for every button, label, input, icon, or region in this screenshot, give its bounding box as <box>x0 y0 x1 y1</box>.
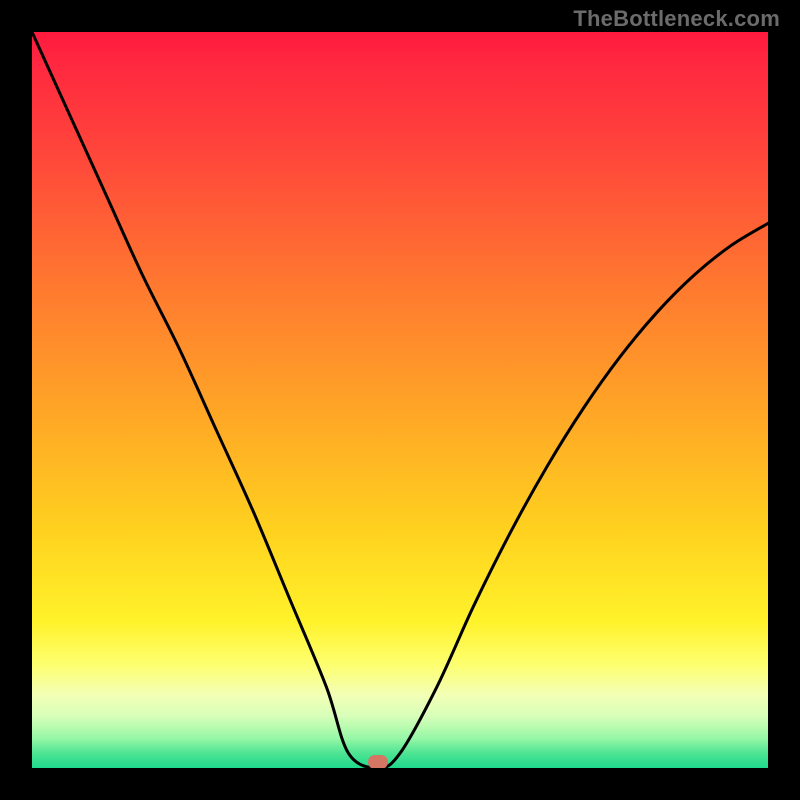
bottleneck-curve <box>32 32 768 768</box>
chart-frame: TheBottleneck.com <box>0 0 800 800</box>
plot-area <box>32 32 768 768</box>
optimum-marker <box>368 755 388 768</box>
curve-path <box>32 32 768 768</box>
watermark-text: TheBottleneck.com <box>573 6 780 32</box>
